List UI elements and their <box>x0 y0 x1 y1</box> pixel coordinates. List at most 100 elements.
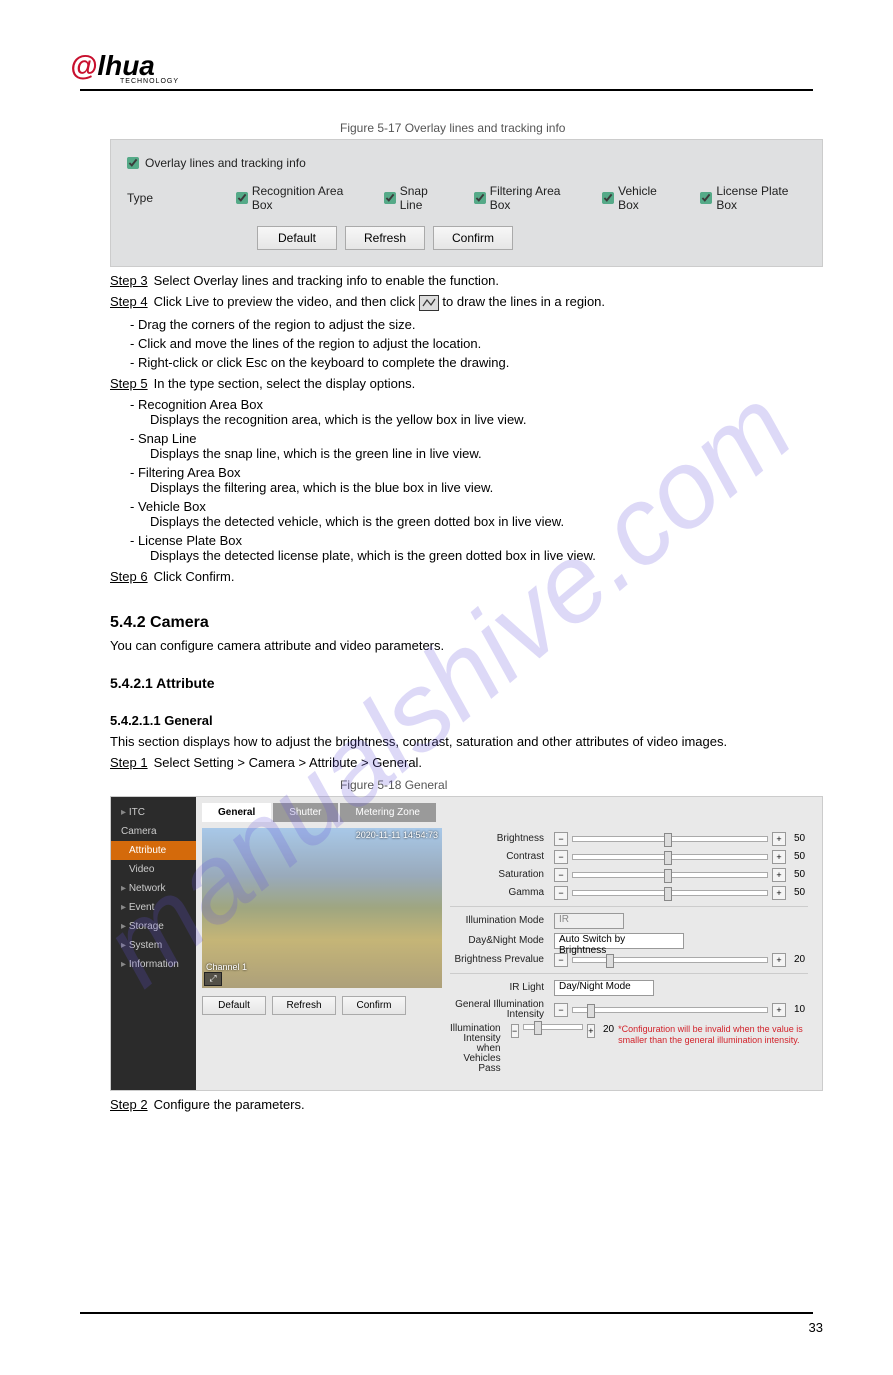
brightness-plus[interactable]: + <box>772 832 786 846</box>
camera-desc: You can configure camera attribute and v… <box>110 638 813 653</box>
tab-metering-zone[interactable]: Metering Zone <box>340 803 436 822</box>
saturation-minus[interactable]: − <box>554 868 568 882</box>
license-plate-box-checkbox[interactable] <box>700 192 712 204</box>
step-attr-1-number: Step 1 <box>110 755 148 770</box>
illum-pass-label: Illumination Intensity when Vehicles Pas… <box>450 1024 507 1074</box>
tab-shutter[interactable]: Shutter <box>273 803 337 822</box>
refresh-button-2[interactable]: Refresh <box>272 996 336 1015</box>
heading-general: 5.4.2.1.1 General <box>110 713 813 728</box>
default-button-2[interactable]: Default <box>202 996 266 1015</box>
sidebar-item-camera[interactable]: Camera <box>111 822 196 841</box>
step-attr-2: Step 2 Configure the parameters. <box>110 1097 813 1112</box>
step-6: Step 6 Click Confirm. <box>110 569 813 584</box>
opt-snap-line: Snap Line Displays the snap line, which … <box>130 431 813 461</box>
gamma-label: Gamma <box>450 887 550 898</box>
step-4-text-b: to draw the lines in a region. <box>442 294 605 309</box>
type-option-list: Recognition Area Box Displays the recogn… <box>130 397 813 563</box>
sidebar-item-itc[interactable]: ITC <box>111 803 196 822</box>
polyline-icon <box>419 295 439 311</box>
recognition-area-label: Recognition Area Box <box>252 184 360 212</box>
gen-illum-label: General Illumination Intensity <box>450 1000 550 1020</box>
illum-pass-slider[interactable] <box>523 1024 583 1030</box>
gen-illum-slider[interactable] <box>572 1007 768 1013</box>
brand-logo: @lhuaTECHNOLOGY <box>70 50 813 85</box>
contrast-slider[interactable] <box>572 854 768 860</box>
contrast-minus[interactable]: − <box>554 850 568 864</box>
confirm-button[interactable]: Confirm <box>433 226 513 250</box>
step-5-number: Step 5 <box>110 376 148 391</box>
tabs: General Shutter Metering Zone <box>202 803 816 822</box>
default-button[interactable]: Default <box>257 226 337 250</box>
hint-drag-corners: Drag the corners of the region to adjust… <box>130 317 813 332</box>
illum-pass-warning: *Configuration will be invalid when the … <box>618 1024 808 1047</box>
heading-attribute: 5.4.2.1 Attribute <box>110 675 813 691</box>
sidebar-item-information[interactable]: Information <box>111 955 196 974</box>
gamma-slider[interactable] <box>572 890 768 896</box>
opt-license-plate-box-desc: Displays the detected license plate, whi… <box>150 548 813 563</box>
sidebar-item-video[interactable]: Video <box>111 860 196 879</box>
brightness-minus[interactable]: − <box>554 832 568 846</box>
gen-illum-plus[interactable]: + <box>772 1003 786 1017</box>
fullscreen-icon[interactable]: ⤢ <box>204 972 222 986</box>
saturation-value: 50 <box>790 869 808 880</box>
refresh-button[interactable]: Refresh <box>345 226 425 250</box>
gen-illum-minus[interactable]: − <box>554 1003 568 1017</box>
tab-general[interactable]: General <box>202 803 271 822</box>
daynight-mode-select[interactable]: Auto Switch by Brightness <box>554 933 684 949</box>
step-6-number: Step 6 <box>110 569 148 584</box>
step-5: Step 5 In the type section, select the d… <box>110 376 813 391</box>
gamma-plus[interactable]: + <box>772 886 786 900</box>
general-desc: This section displays how to adjust the … <box>110 734 813 749</box>
overlay-lines-checkbox[interactable] <box>127 157 139 169</box>
ir-light-label: IR Light <box>450 982 550 993</box>
opt-filtering-area-box: Filtering Area Box Displays the filterin… <box>130 465 813 495</box>
heading-camera: 5.4.2 Camera <box>110 614 813 632</box>
brightness-prevalue-label: Brightness Prevalue <box>450 954 550 965</box>
opt-recognition-area-box-desc: Displays the recognition area, which is … <box>150 412 813 427</box>
ir-light-select[interactable]: Day/Night Mode <box>554 980 654 996</box>
illumination-mode-label: Illumination Mode <box>450 915 550 926</box>
illum-pass-minus[interactable]: − <box>511 1024 519 1038</box>
gen-illum-value: 10 <box>790 1004 808 1015</box>
step-attr-1: Step 1 Select Setting > Camera > Attribu… <box>110 755 813 770</box>
contrast-label: Contrast <box>450 851 550 862</box>
filtering-area-label: Filtering Area Box <box>490 184 578 212</box>
brightness-slider[interactable] <box>572 836 768 842</box>
illumination-mode-select[interactable]: IR <box>554 913 624 929</box>
opt-snap-line-desc: Displays the snap line, which is the gre… <box>150 446 813 461</box>
contrast-plus[interactable]: + <box>772 850 786 864</box>
vehicle-box-checkbox[interactable] <box>602 192 614 204</box>
saturation-plus[interactable]: + <box>772 868 786 882</box>
sidebar-item-storage[interactable]: Storage <box>111 917 196 936</box>
step-3-number: Step 3 <box>110 273 148 288</box>
hint-right-click: Right-click or click Esc on the keyboard… <box>130 355 813 370</box>
daynight-mode-label: Day&Night Mode <box>450 935 550 946</box>
opt-recognition-area-box: Recognition Area Box Displays the recogn… <box>130 397 813 427</box>
step-4: Step 4 Click Live to preview the video, … <box>110 294 813 311</box>
sidebar: ITC Camera Attribute Video Network Event… <box>111 797 196 1090</box>
step-4-number: Step 4 <box>110 294 148 309</box>
overlay-lines-label: Overlay lines and tracking info <box>145 156 306 170</box>
recognition-area-checkbox[interactable] <box>236 192 248 204</box>
gamma-minus[interactable]: − <box>554 886 568 900</box>
sidebar-item-network[interactable]: Network <box>111 879 196 898</box>
sidebar-item-system[interactable]: System <box>111 936 196 955</box>
opt-license-plate-box: License Plate Box Displays the detected … <box>130 533 813 563</box>
sidebar-item-attribute[interactable]: Attribute <box>111 841 196 860</box>
brightness-prevalue-plus[interactable]: + <box>772 953 786 967</box>
snap-line-checkbox[interactable] <box>384 192 396 204</box>
brightness-prevalue-slider[interactable] <box>572 957 768 963</box>
step-3-text: Select Overlay lines and tracking info t… <box>154 273 499 288</box>
sidebar-item-event[interactable]: Event <box>111 898 196 917</box>
page-number: 33 <box>80 1320 823 1335</box>
confirm-button-2[interactable]: Confirm <box>342 996 406 1015</box>
filtering-area-checkbox[interactable] <box>474 192 486 204</box>
brightness-prevalue-minus[interactable]: − <box>554 953 568 967</box>
brightness-label: Brightness <box>450 833 550 844</box>
video-timestamp: 2020-11-11 14:54:73 <box>356 830 438 840</box>
type-label: Type <box>127 191 212 205</box>
saturation-slider[interactable] <box>572 872 768 878</box>
illum-pass-plus[interactable]: + <box>587 1024 595 1038</box>
step-3: Step 3 Select Overlay lines and tracking… <box>110 273 813 288</box>
step-attr-2-text: Configure the parameters. <box>154 1097 305 1112</box>
